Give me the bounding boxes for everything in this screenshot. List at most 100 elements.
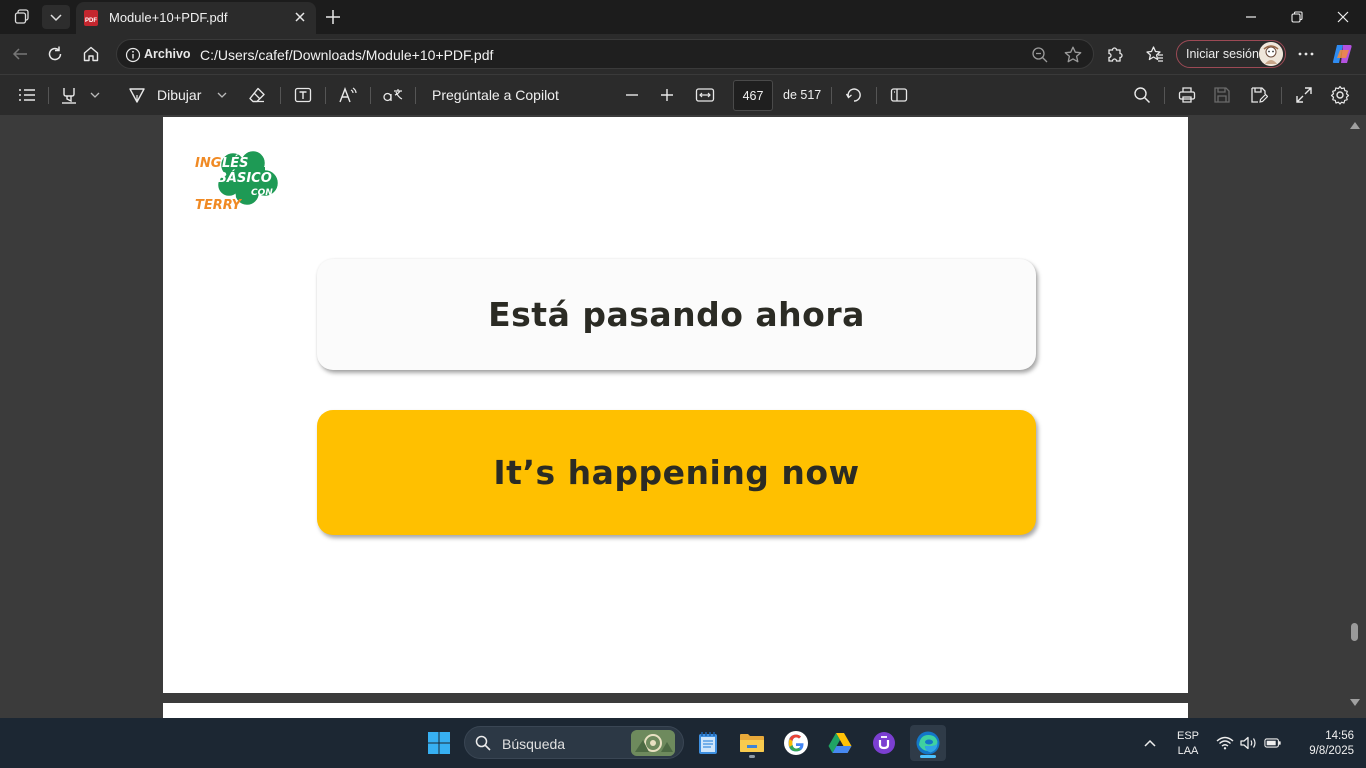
extensions-puzzle-icon[interactable] (1104, 43, 1126, 65)
toolbar-divider (1281, 87, 1282, 104)
keyboard-layout-code: LAA (1177, 745, 1199, 757)
url-text[interactable]: C:/Users/cafef/Downloads/Module+10+PDF.p… (200, 47, 493, 63)
favorites-collection-icon[interactable] (1144, 43, 1166, 65)
toolbar-divider (325, 87, 326, 104)
highlight-icon[interactable] (58, 84, 80, 106)
draw-pen-icon[interactable] (126, 84, 148, 106)
english-phrase-card: It’s happening now (317, 410, 1036, 535)
next-pdf-page (163, 703, 1188, 718)
toolbar-divider (831, 87, 832, 104)
scroll-up-arrow-icon[interactable] (1350, 121, 1360, 129)
close-window-icon[interactable] (1320, 0, 1366, 34)
ask-copilot-button[interactable]: Pregúntale a Copilot (432, 87, 559, 103)
settings-gear-icon[interactable] (1329, 84, 1351, 106)
start-windows-icon[interactable] (421, 725, 457, 761)
clock-date: 9/8/2025 (1309, 745, 1354, 757)
workspaces-icon[interactable] (9, 5, 35, 29)
find-search-icon[interactable] (1131, 84, 1153, 106)
purple-app-icon[interactable] (866, 725, 902, 761)
zoom-in-plus-icon[interactable] (657, 84, 677, 106)
page-count-label: de 517 (783, 88, 822, 102)
add-text-icon[interactable] (292, 84, 314, 106)
tab-bar: PDF Module+10+PDF.pdf (0, 0, 1366, 34)
translate-icon[interactable] (381, 84, 405, 106)
scrollbar-thumb[interactable] (1351, 623, 1358, 641)
pdf-page: ING LÉS BÁSICO CON TERRY Está pasando ah… (163, 117, 1188, 693)
zoom-out-icon[interactable] (1031, 46, 1049, 64)
save-disabled-icon[interactable] (1211, 84, 1233, 106)
google-drive-icon[interactable] (822, 725, 858, 761)
sign-in-button[interactable]: Iniciar sesión (1176, 40, 1286, 68)
print-icon[interactable] (1176, 84, 1198, 106)
toolbar-divider (48, 87, 49, 104)
toolbar-divider (876, 87, 877, 104)
search-icon (475, 735, 491, 751)
home-icon[interactable] (78, 42, 104, 66)
tab-actions-chevron-icon[interactable] (42, 5, 70, 29)
spanish-phrase-text: Está pasando ahora (488, 295, 865, 334)
sign-in-label: Iniciar sesión (1186, 47, 1259, 61)
highlight-options-chevron-icon[interactable] (88, 84, 102, 106)
pdf-toolbar: Dibujar Pregúntale a Copilot 467 de 517 (0, 74, 1366, 115)
file-explorer-icon[interactable] (734, 725, 770, 761)
show-hidden-icons-chevron-icon[interactable] (1141, 735, 1159, 751)
page-number-input[interactable]: 467 (733, 80, 773, 111)
reload-icon[interactable] (42, 42, 68, 66)
tab-close-icon[interactable] (293, 10, 307, 24)
search-highlight-image (631, 730, 675, 756)
english-phrase-text: It’s happening now (493, 453, 860, 492)
address-field[interactable]: Archivo C:/Users/cafef/Downloads/Module+… (116, 39, 1094, 69)
eraser-icon[interactable] (246, 84, 268, 106)
system-clock[interactable]: 14:56 9/8/2025 (1290, 729, 1354, 759)
restore-icon[interactable] (1274, 0, 1320, 34)
vertical-scrollbar[interactable] (1346, 115, 1364, 718)
battery-icon[interactable] (1264, 735, 1282, 751)
notepad-app-icon[interactable] (690, 725, 726, 761)
input-language-indicator[interactable]: ESP LAA (1168, 729, 1208, 759)
active-tab[interactable]: PDF Module+10+PDF.pdf (76, 2, 316, 34)
active-indicator (920, 755, 936, 758)
info-icon[interactable] (125, 47, 141, 63)
more-options-icon[interactable] (1295, 43, 1317, 65)
search-placeholder: Búsqueda (502, 736, 566, 752)
pdf-viewport[interactable]: ING LÉS BÁSICO CON TERRY Está pasando ah… (0, 115, 1366, 718)
profile-avatar (1259, 42, 1283, 66)
new-tab-plus-icon[interactable] (322, 7, 344, 27)
spanish-phrase-card: Está pasando ahora (317, 259, 1036, 370)
toolbar-divider (370, 87, 371, 104)
clock-time: 14:56 (1325, 730, 1354, 742)
tab-title: Module+10+PDF.pdf (109, 10, 228, 25)
address-bar-row: Archivo C:/Users/cafef/Downloads/Module+… (0, 34, 1366, 74)
back-arrow-icon[interactable] (7, 42, 33, 66)
wifi-icon[interactable] (1216, 735, 1234, 751)
fit-width-icon[interactable] (694, 84, 716, 106)
logo-text-terry: TERRY (195, 198, 243, 213)
taskbar-search-box[interactable]: Búsqueda (464, 726, 684, 759)
edge-browser-icon[interactable] (910, 725, 946, 761)
contents-list-icon[interactable] (16, 84, 38, 106)
google-app-icon[interactable] (778, 725, 814, 761)
zoom-out-minus-icon[interactable] (622, 84, 642, 106)
logo-text-con: CON (251, 188, 273, 198)
site-scheme-label: Archivo (144, 47, 191, 61)
logo-text-ingles-part1: ING (195, 156, 222, 171)
taskbar: Búsqueda ESP LAA 14:56 9/8/2025 (0, 718, 1366, 768)
fullscreen-expand-icon[interactable] (1293, 84, 1315, 106)
volume-speaker-icon[interactable] (1240, 735, 1258, 751)
draw-label[interactable]: Dibujar (157, 87, 201, 103)
toolbar-divider (1164, 87, 1165, 104)
read-aloud-icon[interactable] (337, 84, 359, 106)
page-view-icon[interactable] (888, 84, 910, 106)
toolbar-divider (415, 87, 416, 104)
draw-options-chevron-icon[interactable] (215, 84, 229, 106)
scroll-down-arrow-icon[interactable] (1350, 699, 1360, 707)
copilot-icon[interactable] (1331, 42, 1355, 66)
pdf-file-icon: PDF (84, 10, 98, 26)
rotate-icon[interactable] (843, 84, 865, 106)
logo-text-ingles-part2: LÉS (222, 155, 249, 171)
logo-text-basico: BÁSICO (217, 170, 272, 186)
running-indicator (749, 755, 755, 758)
favorite-star-icon[interactable] (1063, 45, 1083, 65)
save-as-icon[interactable] (1248, 84, 1270, 106)
minimize-icon[interactable] (1228, 0, 1274, 34)
